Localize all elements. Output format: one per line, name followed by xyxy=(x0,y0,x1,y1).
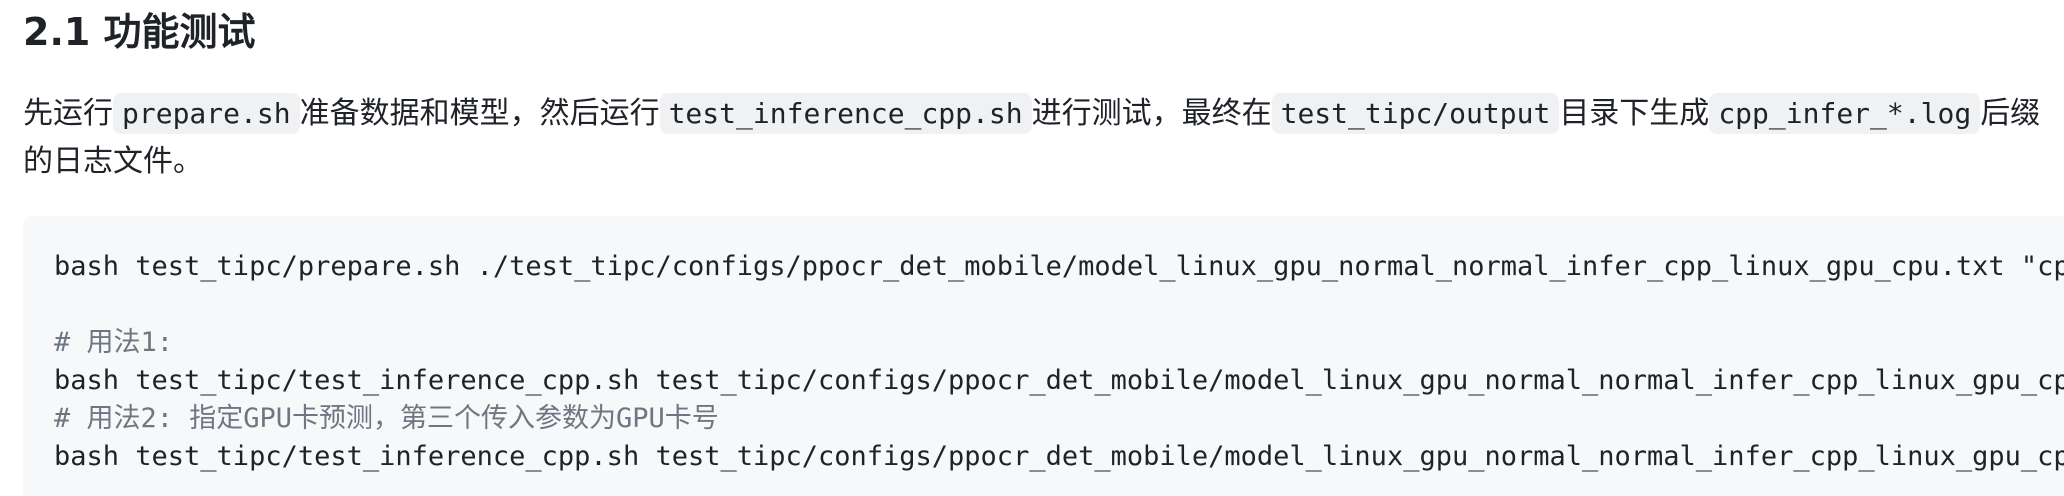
code-comment-usage-1: # 用法1: xyxy=(54,327,174,358)
code-line-usage-1: bash test_tipc/test_inference_cpp.sh tes… xyxy=(54,365,2064,396)
inline-code-output-dir: test_tipc/output xyxy=(1271,93,1560,134)
intro-text-3: 进行测试，最终在 xyxy=(1031,96,1272,131)
intro-text-2: 准备数据和模型，然后运行 xyxy=(299,96,660,131)
inline-code-test-inference-cpp-sh: test_inference_cpp.sh xyxy=(659,93,1032,134)
inline-code-log-file: cpp_infer_*.log xyxy=(1709,93,1981,134)
code-block[interactable]: bash test_tipc/prepare.sh ./test_tipc/co… xyxy=(23,216,2064,496)
code-line-usage-2: bash test_tipc/test_inference_cpp.sh tes… xyxy=(54,441,2064,472)
intro-text-1: 先运行 xyxy=(23,96,113,131)
inline-code-prepare-sh: prepare.sh xyxy=(113,93,300,134)
section-heading: 2.1 功能测试 xyxy=(23,10,256,54)
intro-paragraph: 先运行 prepare.sh 准备数据和模型，然后运行 test_inference_… xyxy=(23,90,2053,186)
code-pre: bash test_tipc/prepare.sh ./test_tipc/co… xyxy=(54,248,2064,476)
code-comment-usage-2: # 用法2: 指定GPU卡预测，第三个传入参数为GPU卡号 xyxy=(54,403,719,434)
code-line-prepare: bash test_tipc/prepare.sh ./test_tipc/co… xyxy=(54,251,2064,282)
intro-text-4: 目录下生成 xyxy=(1559,96,1710,131)
